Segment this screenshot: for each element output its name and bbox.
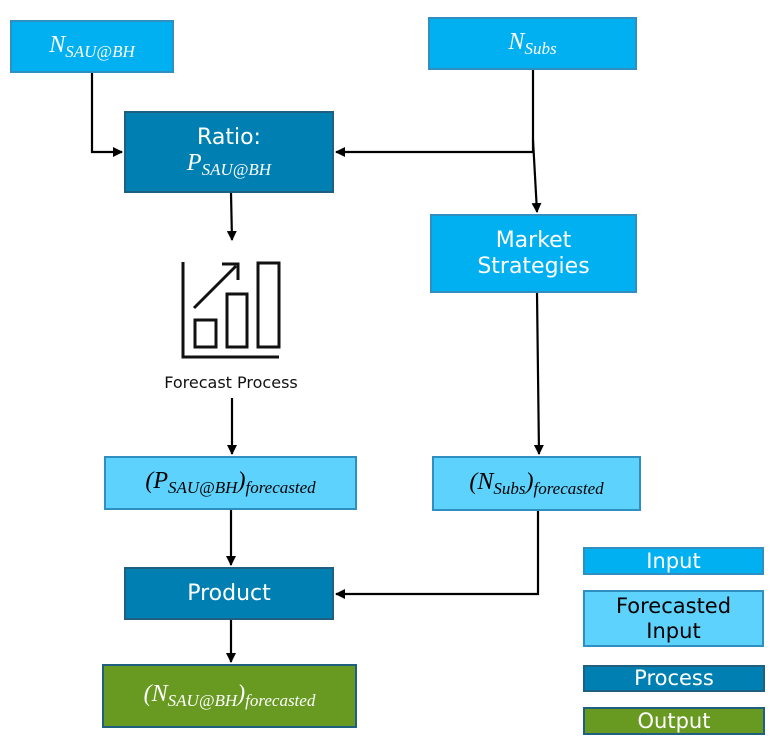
math-var: N: [49, 31, 66, 58]
node-product: Product: [124, 567, 334, 620]
node-p-forecasted: (PSAU@BH)forecasted: [104, 456, 357, 510]
legend-forecasted-line1: Forecasted: [615, 594, 732, 619]
arrow-nsubs-to-market: [531, 139, 542, 213]
arrow-nsau-to-ratio: [90, 73, 123, 157]
math-sub: SAU@BH: [65, 41, 135, 61]
math-sub: SAU@BH: [201, 159, 272, 179]
arrow-ratio-to-forecast: [226, 192, 237, 241]
paren: ): [237, 681, 246, 708]
math-sub: SAU@BH: [168, 478, 238, 498]
legend-output: Output: [583, 707, 765, 735]
product-label: Product: [187, 580, 271, 606]
market-line2: Strategies: [477, 253, 590, 279]
math-sub: Subs: [524, 38, 557, 58]
legend-input-label: Input: [646, 548, 701, 573]
legend-forecasted-line2: Input: [646, 618, 701, 643]
node-n-subs: NSubs: [428, 17, 637, 70]
arrow-nsubsforecasted-to-product: [335, 511, 540, 599]
legend-output-label: Output: [637, 708, 711, 733]
node-market-strategies: Market Strategies: [430, 214, 637, 293]
math-var: N: [477, 468, 494, 495]
arrow-market-to-nsubsforecasted: [533, 292, 544, 455]
legend-forecasted-input: Forecasted Input: [583, 590, 764, 647]
legend-input: Input: [583, 547, 764, 575]
market-line1: Market: [495, 228, 572, 254]
math-sub: Subs: [493, 478, 526, 498]
math-sub: forecasted: [533, 478, 604, 498]
math-var: P: [186, 149, 202, 176]
math-var: N: [151, 681, 168, 708]
math-sub: forecasted: [245, 691, 316, 711]
node-n-sau-bh: NSAU@BH: [10, 20, 174, 73]
legend-process: Process: [583, 665, 765, 692]
node-n-subs-forecasted: (NSubs)forecasted: [432, 456, 641, 511]
math-sub: SAU@BH: [167, 691, 238, 711]
forecast-process-label: Forecast Process: [164, 373, 298, 392]
ratio-label: Ratio:: [197, 124, 261, 150]
math-var: P: [153, 468, 168, 495]
node-ratio: Ratio: PSAU@BH: [124, 111, 334, 193]
paren: (: [143, 681, 152, 708]
legend-process-label: Process: [634, 666, 714, 691]
math-var: N: [508, 28, 525, 55]
node-output: (NSAU@BH)forecasted: [102, 664, 357, 728]
bar-chart-growth-icon: [181, 261, 281, 359]
math-sub: forecasted: [245, 478, 316, 498]
arrow-nsubs-to-ratio: [335, 70, 535, 157]
